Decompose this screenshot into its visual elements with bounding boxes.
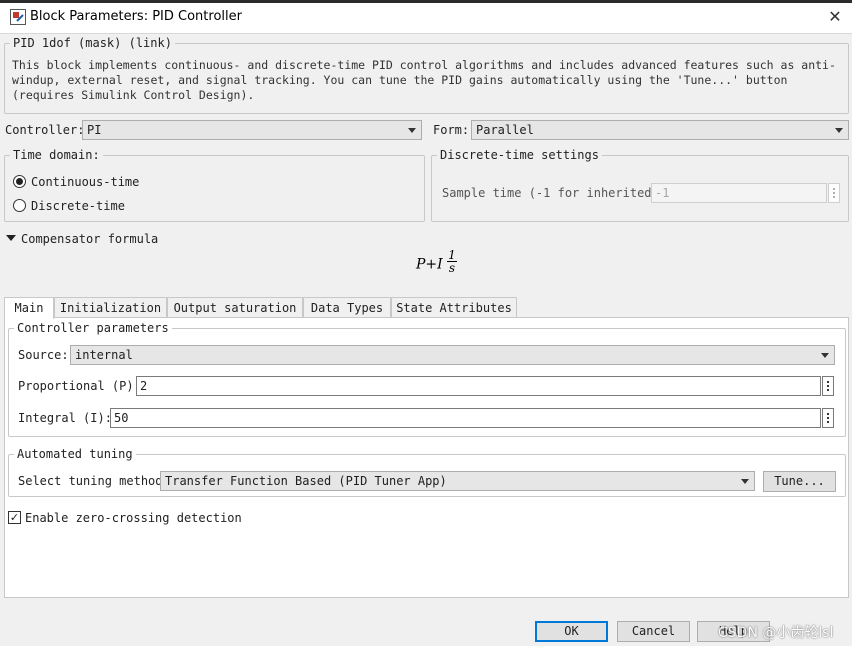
tab-main[interactable]: Main — [4, 297, 54, 319]
form-label: Form: — [433, 123, 470, 137]
zero-crossing-checkbox[interactable]: ✓ — [8, 511, 21, 524]
cancel-button[interactable]: Cancel — [617, 621, 690, 642]
sample-time-input: -1 — [651, 183, 827, 203]
form-value: Parallel — [476, 123, 534, 137]
tab-data-types[interactable]: Data Types — [303, 297, 391, 318]
form-select[interactable]: Parallel — [471, 120, 849, 140]
sample-time-label: Sample time (-1 for inherited): — [442, 186, 666, 200]
close-icon[interactable]: ✕ — [824, 6, 846, 28]
sample-time-menu-icon — [828, 183, 840, 203]
chevron-down-icon — [835, 128, 843, 133]
tuning-method-label: Select tuning method: — [18, 474, 170, 488]
discrete-time-radio[interactable] — [13, 199, 26, 212]
formula-denominator: s — [448, 261, 456, 275]
controller-label: Controller: — [5, 123, 85, 137]
integral-input[interactable]: 50 — [110, 408, 821, 428]
ok-button[interactable]: OK — [535, 621, 608, 642]
tab-output-saturation[interactable]: Output saturation — [167, 297, 303, 318]
watermark-text: CSDN @小齿轮lsl — [718, 625, 834, 641]
integral-label: Integral (I): — [18, 411, 112, 425]
compensator-label[interactable]: Compensator formula — [21, 232, 158, 246]
title-bar-top-edge — [0, 0, 852, 3]
controller-parameters-legend: Controller parameters — [17, 321, 169, 335]
chevron-down-icon — [741, 479, 749, 484]
zero-crossing-label[interactable]: Enable zero-crossing detection — [25, 511, 242, 525]
source-value: internal — [75, 348, 133, 362]
chevron-down-icon — [821, 353, 829, 358]
tab-initialization[interactable]: Initialization — [54, 297, 167, 318]
simulink-block-icon — [10, 9, 26, 25]
formula-main: P+I — [416, 256, 443, 273]
proportional-menu-icon[interactable] — [822, 376, 834, 396]
proportional-label: Proportional (P): — [18, 379, 141, 393]
tab-state-attributes[interactable]: State Attributes — [391, 297, 517, 318]
time-domain-legend: Time domain: — [13, 148, 100, 162]
title-bar: Block Parameters: PID Controller ✕ — [0, 0, 852, 34]
controller-value: PI — [87, 123, 102, 137]
chevron-down-icon — [408, 128, 416, 133]
mask-description: This block implements continuous- and di… — [12, 58, 836, 103]
automated-tuning-legend: Automated tuning — [17, 447, 133, 461]
source-label: Source: — [18, 348, 69, 362]
mask-legend: PID 1dof (mask) (link) — [13, 36, 172, 50]
collapse-triangle-icon[interactable] — [6, 235, 16, 241]
discrete-time-label[interactable]: Discrete-time — [31, 199, 125, 213]
proportional-input[interactable]: 2 — [136, 376, 821, 396]
tuning-method-value: Transfer Function Based (PID Tuner App) — [165, 474, 447, 488]
continuous-time-radio[interactable] — [13, 175, 26, 188]
tuning-method-select[interactable]: Transfer Function Based (PID Tuner App) — [160, 471, 755, 491]
compensator-formula: P+I 1 s — [416, 249, 457, 277]
controller-select[interactable]: PI — [82, 120, 422, 140]
integral-menu-icon[interactable] — [822, 408, 834, 428]
tune-button[interactable]: Tune... — [763, 471, 836, 492]
window-title: Block Parameters: PID Controller — [30, 9, 242, 24]
source-select[interactable]: internal — [70, 345, 835, 365]
continuous-time-label[interactable]: Continuous-time — [31, 175, 139, 189]
discrete-settings-legend: Discrete-time settings — [440, 148, 599, 162]
